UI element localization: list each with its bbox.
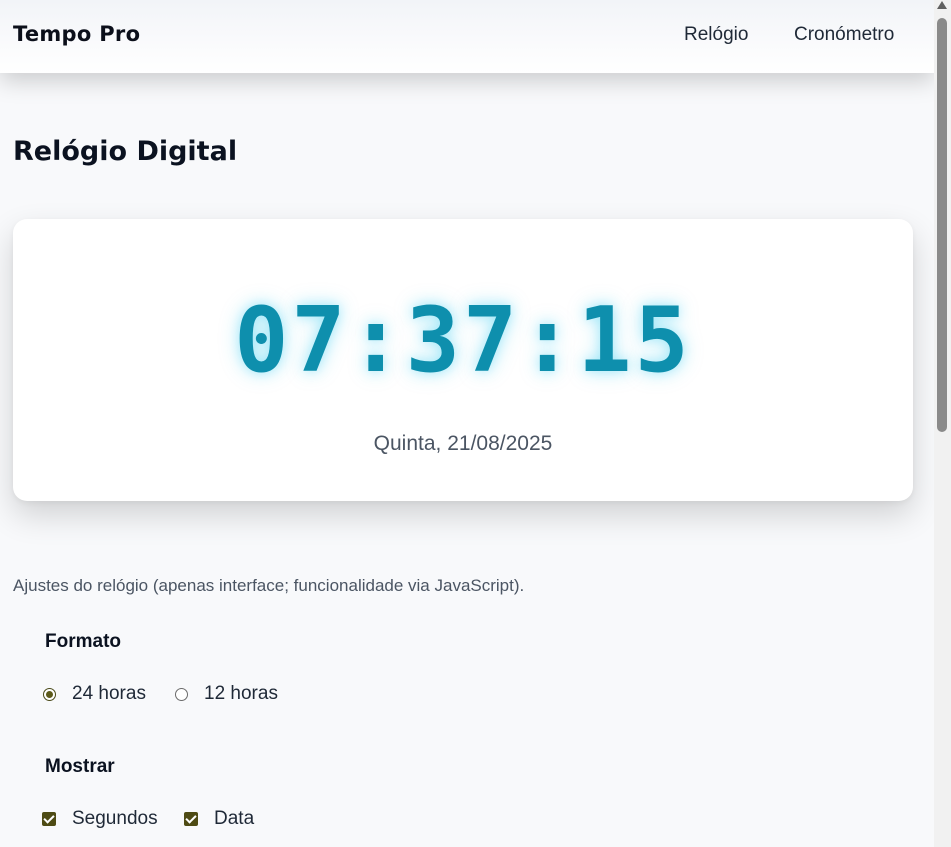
format-12h-radio[interactable] <box>175 687 188 701</box>
show-seconds-checkbox[interactable] <box>42 812 56 826</box>
format-12h-label: 12 horas <box>204 683 278 704</box>
show-seconds-option[interactable]: Segundos <box>42 808 158 830</box>
scroll-up-arrow-icon[interactable] <box>937 1 947 9</box>
top-navbar: Tempo Pro Relógio Cronómetro <box>0 0 934 73</box>
clock-card: 07:37:15 Quinta, 21/08/2025 <box>13 219 913 501</box>
show-date-option[interactable]: Data <box>184 808 254 830</box>
nav-link-relogio[interactable]: Relógio <box>684 24 748 46</box>
format-12h-option[interactable]: 12 horas <box>175 683 278 705</box>
show-group-label: Mostrar <box>45 756 115 777</box>
format-24h-radio[interactable] <box>43 687 56 701</box>
show-seconds-label: Segundos <box>72 808 158 829</box>
nav-link-cronometro[interactable]: Cronómetro <box>794 24 894 46</box>
scrollbar-thumb[interactable] <box>937 18 947 432</box>
format-24h-label: 24 horas <box>72 683 146 704</box>
page-title: Relógio Digital <box>13 136 238 167</box>
show-date-label: Data <box>214 808 255 829</box>
brand-logo-text[interactable]: Tempo Pro <box>13 22 140 46</box>
clock-time-display: 07:37:15 <box>234 288 692 393</box>
settings-description: Ajustes do relógio (apenas interface; fu… <box>13 576 525 595</box>
format-24h-option[interactable]: 24 horas <box>43 683 146 705</box>
page-scrollbar[interactable] <box>934 0 951 847</box>
show-date-checkbox[interactable] <box>184 812 198 826</box>
format-group-label: Formato <box>45 631 121 652</box>
clock-date-display: Quinta, 21/08/2025 <box>373 432 553 455</box>
